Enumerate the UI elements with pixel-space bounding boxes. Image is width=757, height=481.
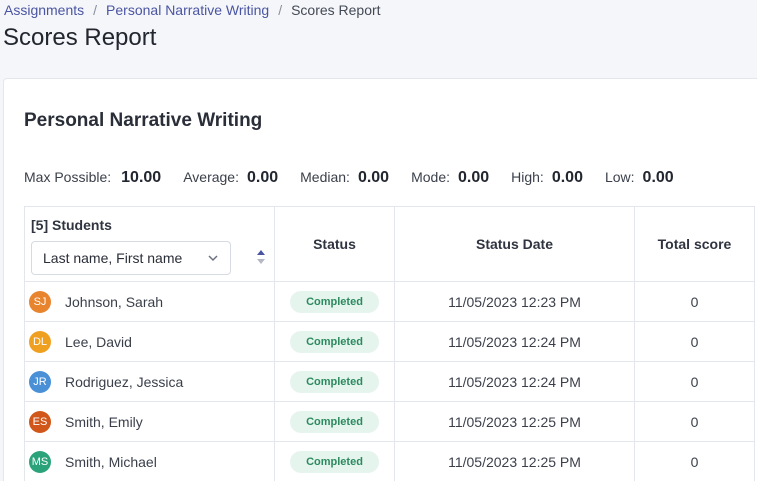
- sort-toggle-icon[interactable]: [256, 249, 266, 265]
- page-title: Scores Report: [3, 24, 157, 51]
- table-row: JR Rodriguez, Jessica Completed 11/05/20…: [24, 361, 755, 402]
- status-date-cell: 11/05/2023 12:23 PM: [394, 281, 635, 322]
- stat-value: 0.00: [458, 169, 490, 186]
- status-date-cell: 11/05/2023 12:24 PM: [394, 321, 635, 362]
- student-info: JR Rodriguez, Jessica: [29, 370, 274, 393]
- stat-label: Average:: [183, 169, 239, 185]
- status-cell: Completed: [274, 441, 395, 481]
- table-row: MS Smith, Michael Completed 11/05/2023 1…: [24, 441, 755, 481]
- student-name[interactable]: Lee, David: [65, 334, 132, 350]
- student-name[interactable]: Johnson, Sarah: [65, 294, 163, 310]
- breadcrumb-current: Scores Report: [291, 2, 381, 18]
- status-cell: Completed: [274, 281, 395, 322]
- scores-card: Personal Narrative Writing Max Possible:…: [3, 78, 757, 481]
- status-cell: Completed: [274, 321, 395, 362]
- total-score-cell: 0: [634, 321, 755, 362]
- chevron-down-icon: [208, 255, 218, 262]
- status-date-cell: 11/05/2023 12:24 PM: [394, 361, 635, 402]
- total-score-cell: 0: [634, 441, 755, 481]
- stat-median: Median: 0.00: [300, 169, 389, 187]
- avatar: SJ: [29, 290, 51, 313]
- stat-value: 0.00: [246, 169, 279, 186]
- student-cell: ES Smith, Emily: [24, 401, 275, 442]
- student-info: SJ Johnson, Sarah: [29, 290, 274, 313]
- status-date-cell: 11/05/2023 12:25 PM: [394, 401, 635, 442]
- status-date-column-header[interactable]: Status Date: [394, 206, 635, 282]
- total-score-cell: 0: [634, 281, 755, 322]
- status-column-header[interactable]: Status: [274, 206, 395, 282]
- student-info: MS Smith, Michael: [29, 450, 274, 473]
- stat-average: Average: 0.00: [183, 169, 278, 187]
- stat-label: Max Possible:: [24, 169, 112, 185]
- students-column-header: [5] Students Last name, First name: [24, 206, 275, 282]
- stat-label: Mode:: [411, 169, 450, 185]
- status-badge: Completed: [290, 330, 379, 353]
- stat-max-possible: Max Possible: 10.00: [24, 169, 161, 187]
- avatar: JR: [29, 370, 51, 393]
- breadcrumb-separator: /: [278, 2, 283, 18]
- table-row: DL Lee, David Completed 11/05/2023 12:24…: [24, 321, 755, 362]
- student-cell: MS Smith, Michael: [24, 441, 275, 481]
- breadcrumb-link-assignment[interactable]: Personal Narrative Writing: [106, 2, 269, 18]
- score-stats: Max Possible: 10.00 Average: 0.00 Median…: [24, 169, 696, 187]
- student-name[interactable]: Smith, Emily: [65, 414, 143, 430]
- stat-mode: Mode: 0.00: [411, 169, 489, 187]
- stat-value: 0.00: [642, 169, 674, 186]
- breadcrumb-link-assignments[interactable]: Assignments: [4, 2, 84, 18]
- stat-high: High: 0.00: [511, 169, 583, 187]
- stat-value: 10.00: [121, 169, 162, 186]
- total-score-column-header[interactable]: Total score: [634, 206, 755, 282]
- student-info: ES Smith, Emily: [29, 410, 274, 433]
- table-header-row: [5] Students Last name, First name Statu…: [24, 206, 755, 282]
- scores-table: [5] Students Last name, First name Statu…: [24, 206, 755, 481]
- student-info: DL Lee, David: [29, 330, 274, 353]
- student-sort-dropdown[interactable]: Last name, First name: [31, 241, 231, 275]
- stat-value: 0.00: [357, 169, 390, 186]
- student-cell: JR Rodriguez, Jessica: [24, 361, 275, 402]
- stat-low: Low: 0.00: [605, 169, 674, 187]
- avatar: ES: [29, 410, 51, 433]
- breadcrumb: Assignments / Personal Narrative Writing…: [4, 2, 381, 18]
- avatar: MS: [29, 450, 51, 473]
- breadcrumb-separator: /: [93, 2, 98, 18]
- student-name[interactable]: Smith, Michael: [65, 454, 157, 470]
- status-date-cell: 11/05/2023 12:25 PM: [394, 441, 635, 481]
- avatar: DL: [29, 330, 51, 353]
- stat-value: 0.00: [551, 169, 583, 186]
- table-row: ES Smith, Emily Completed 11/05/2023 12:…: [24, 401, 755, 442]
- students-count-label: [5] Students: [31, 217, 112, 233]
- status-badge: Completed: [290, 290, 379, 313]
- status-badge: Completed: [290, 450, 379, 473]
- assignment-title: Personal Narrative Writing: [24, 110, 263, 131]
- status-badge: Completed: [290, 370, 379, 393]
- total-score-cell: 0: [634, 361, 755, 402]
- status-cell: Completed: [274, 401, 395, 442]
- table-row: SJ Johnson, Sarah Completed 11/05/2023 1…: [24, 281, 755, 322]
- student-cell: DL Lee, David: [24, 321, 275, 362]
- student-cell: SJ Johnson, Sarah: [24, 281, 275, 322]
- status-cell: Completed: [274, 361, 395, 402]
- student-name[interactable]: Rodriguez, Jessica: [65, 374, 183, 390]
- sort-select-value: Last name, First name: [43, 250, 183, 266]
- status-badge: Completed: [290, 410, 379, 433]
- total-score-cell: 0: [634, 401, 755, 442]
- stat-label: Median:: [300, 169, 350, 185]
- stat-label: High:: [511, 169, 544, 185]
- stat-label: Low:: [604, 169, 635, 185]
